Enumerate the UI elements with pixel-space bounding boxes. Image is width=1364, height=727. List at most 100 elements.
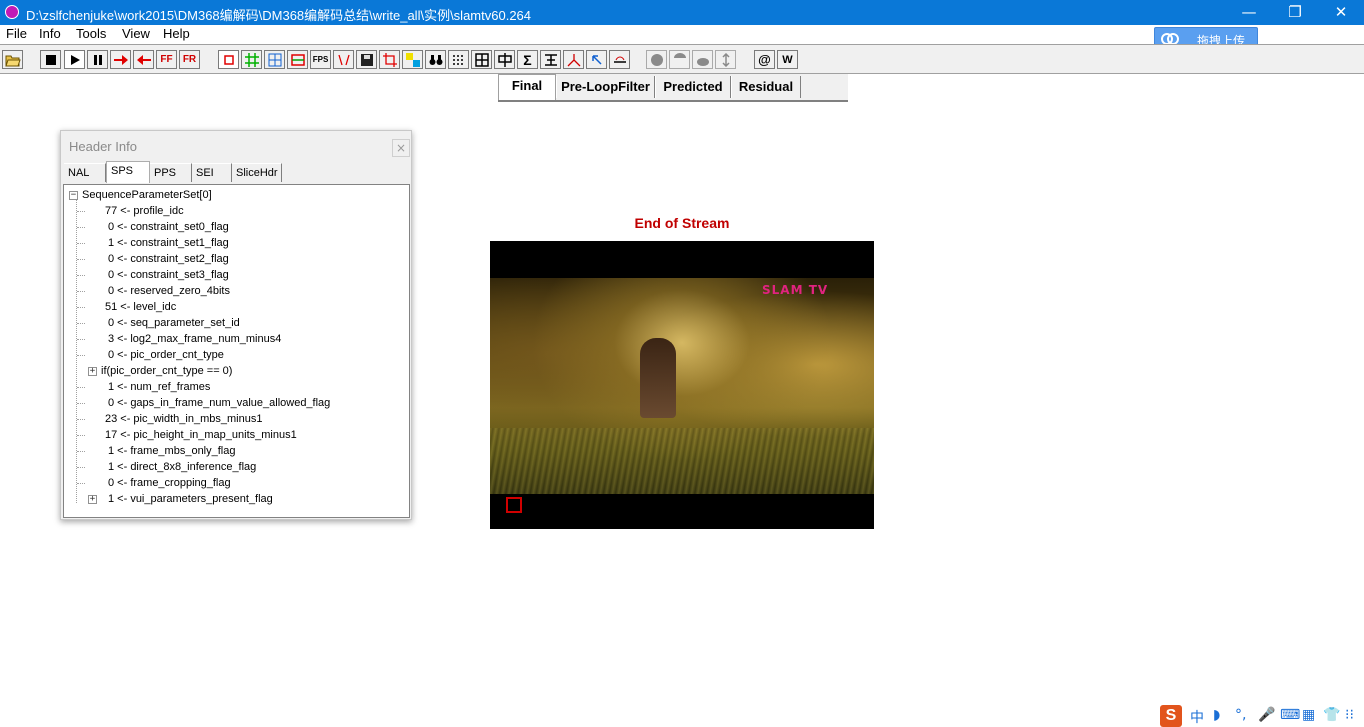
expand-icon[interactable]: + xyxy=(88,367,97,376)
microphone-icon[interactable]: 🎤 xyxy=(1258,707,1275,723)
prev-frame-button[interactable] xyxy=(133,50,154,69)
tree-row[interactable]: 1 <- frame_mbs_only_flag xyxy=(108,443,235,459)
motion-vector-button[interactable] xyxy=(333,50,354,69)
tree-row[interactable]: 51 <- level_idc xyxy=(105,299,176,315)
moon-icon[interactable]: ◗ xyxy=(1213,707,1220,723)
crop-button[interactable] xyxy=(379,50,400,69)
histogram-button[interactable] xyxy=(609,50,630,69)
tree-row[interactable]: 0 <- gaps_in_frame_num_value_allowed_fla… xyxy=(108,395,330,411)
fast-rewind-button[interactable]: FR xyxy=(179,50,200,69)
tree-connector xyxy=(77,355,85,356)
tree-connector xyxy=(77,435,85,436)
mb-partition-button[interactable] xyxy=(264,50,285,69)
maximize-button[interactable]: ❐ xyxy=(1272,0,1318,25)
tree-row[interactable]: 23 <- pic_width_in_mbs_minus1 xyxy=(105,411,262,427)
shape-top-button[interactable] xyxy=(669,50,690,69)
dots-button[interactable] xyxy=(448,50,469,69)
tab-pre-loopfilter[interactable]: Pre-LoopFilter xyxy=(556,76,655,98)
at-button[interactable]: @ xyxy=(754,50,775,69)
tree-row[interactable]: 0 <- constraint_set3_flag xyxy=(108,267,229,283)
tab-final[interactable]: Final xyxy=(498,74,556,100)
view-tabs: Final Pre-LoopFilter Predicted Residual xyxy=(498,74,848,102)
tree-row[interactable]: 0 <- seq_parameter_set_id xyxy=(108,315,240,331)
tree-connector xyxy=(77,483,85,484)
table-button[interactable] xyxy=(471,50,492,69)
graph-button[interactable] xyxy=(563,50,584,69)
tree-row[interactable]: 77 <- profile_idc xyxy=(105,203,184,219)
slice-boundary-button[interactable] xyxy=(287,50,308,69)
video-display[interactable]: SLAM TV xyxy=(490,241,874,529)
tree-row[interactable]: if(pic_order_cnt_type == 0) xyxy=(101,363,232,379)
expand-icon[interactable]: + xyxy=(88,495,97,504)
tab-predicted[interactable]: Predicted xyxy=(655,76,731,98)
tree-row[interactable]: 1 <- constraint_set1_flag xyxy=(108,235,229,251)
square-icon xyxy=(223,54,234,65)
skin-icon[interactable]: 👕 xyxy=(1323,707,1340,723)
dots-icon xyxy=(452,54,463,65)
menu-info[interactable]: Info xyxy=(39,25,61,42)
color-button[interactable] xyxy=(402,50,423,69)
open-file-button[interactable] xyxy=(2,50,23,69)
stop-button[interactable] xyxy=(40,50,61,69)
play-button[interactable] xyxy=(64,50,85,69)
arrow-right-icon xyxy=(113,54,128,65)
tree-row[interactable]: 1 <- num_ref_frames xyxy=(108,379,210,395)
stats-button[interactable] xyxy=(540,50,561,69)
slice-icon xyxy=(290,53,305,66)
next-frame-button[interactable] xyxy=(110,50,131,69)
fast-forward-button[interactable]: FF xyxy=(156,50,177,69)
tree-connector xyxy=(77,291,85,292)
split-button[interactable] xyxy=(494,50,515,69)
play-icon xyxy=(70,54,80,65)
tree-row[interactable]: 17 <- pic_height_in_map_units_minus1 xyxy=(105,427,297,443)
toolbox-icon[interactable]: ▦ xyxy=(1302,707,1315,723)
tree-row[interactable]: 0 <- constraint_set0_flag xyxy=(108,219,229,235)
menu-tools[interactable]: Tools xyxy=(76,25,106,42)
ime-language-indicator[interactable]: 中 xyxy=(1190,707,1204,727)
tree-row[interactable]: 0 <- reserved_zero_4bits xyxy=(108,283,230,299)
tree-row[interactable]: 1 <- vui_parameters_present_flag xyxy=(108,491,273,507)
save-button[interactable] xyxy=(356,50,377,69)
collapse-icon[interactable]: − xyxy=(69,191,78,200)
shape-circle-button[interactable] xyxy=(646,50,667,69)
tab-nal[interactable]: NAL xyxy=(64,163,106,182)
find-button[interactable] xyxy=(425,50,446,69)
minimize-button[interactable]: — xyxy=(1226,0,1272,25)
macroblock-marker xyxy=(506,497,522,513)
sogou-ime-icon[interactable]: S xyxy=(1160,705,1182,727)
tree-row[interactable]: 0 <- pic_order_cnt_type xyxy=(108,347,224,363)
mb-select-button[interactable] xyxy=(218,50,239,69)
tree-connector xyxy=(77,467,85,468)
tab-slicehdr[interactable]: SliceHdr xyxy=(232,163,282,182)
sum-button[interactable]: Σ xyxy=(517,50,538,69)
tree-row[interactable]: 0 <- constraint_set2_flag xyxy=(108,251,229,267)
close-button[interactable]: ✕ xyxy=(1318,0,1364,25)
menu-file[interactable]: File xyxy=(6,25,27,42)
up-down-arrow-icon xyxy=(721,52,730,67)
tree-row[interactable]: 0 <- frame_cropping_flag xyxy=(108,475,231,491)
tree-root[interactable]: SequenceParameterSet[0] xyxy=(82,187,212,203)
tree-row[interactable]: 3 <- log2_max_frame_num_minus4 xyxy=(108,331,281,347)
pointer-button[interactable] xyxy=(586,50,607,69)
arrow-left-icon xyxy=(136,54,151,65)
fps-button[interactable]: FPS xyxy=(310,50,331,69)
tab-residual[interactable]: Residual xyxy=(731,76,801,98)
pause-button[interactable] xyxy=(87,50,108,69)
tab-sps[interactable]: SPS xyxy=(106,161,150,183)
header-info-close-button[interactable]: × xyxy=(392,139,410,157)
system-tray: S 中 ◗ °, 🎤 ⌨ ▦ 👕 ⁝⁝ xyxy=(1160,704,1364,727)
w-button[interactable]: W xyxy=(777,50,798,69)
keyboard-icon[interactable]: ⌨ xyxy=(1280,707,1300,723)
tab-pps[interactable]: PPS xyxy=(150,163,192,182)
crop-icon xyxy=(382,52,397,67)
punctuation-icon[interactable]: °, xyxy=(1235,707,1246,723)
menu-view[interactable]: View xyxy=(122,25,150,42)
vertical-arrow-button[interactable] xyxy=(715,50,736,69)
tab-sei[interactable]: SEI xyxy=(192,163,232,182)
menu-help[interactable]: Help xyxy=(163,25,190,42)
tree-row[interactable]: 1 <- direct_8x8_inference_flag xyxy=(108,459,256,475)
video-grass xyxy=(490,428,874,494)
shape-bottom-button[interactable] xyxy=(692,50,713,69)
apps-icon[interactable]: ⁝⁝ xyxy=(1345,707,1354,723)
grid-button[interactable] xyxy=(241,50,262,69)
